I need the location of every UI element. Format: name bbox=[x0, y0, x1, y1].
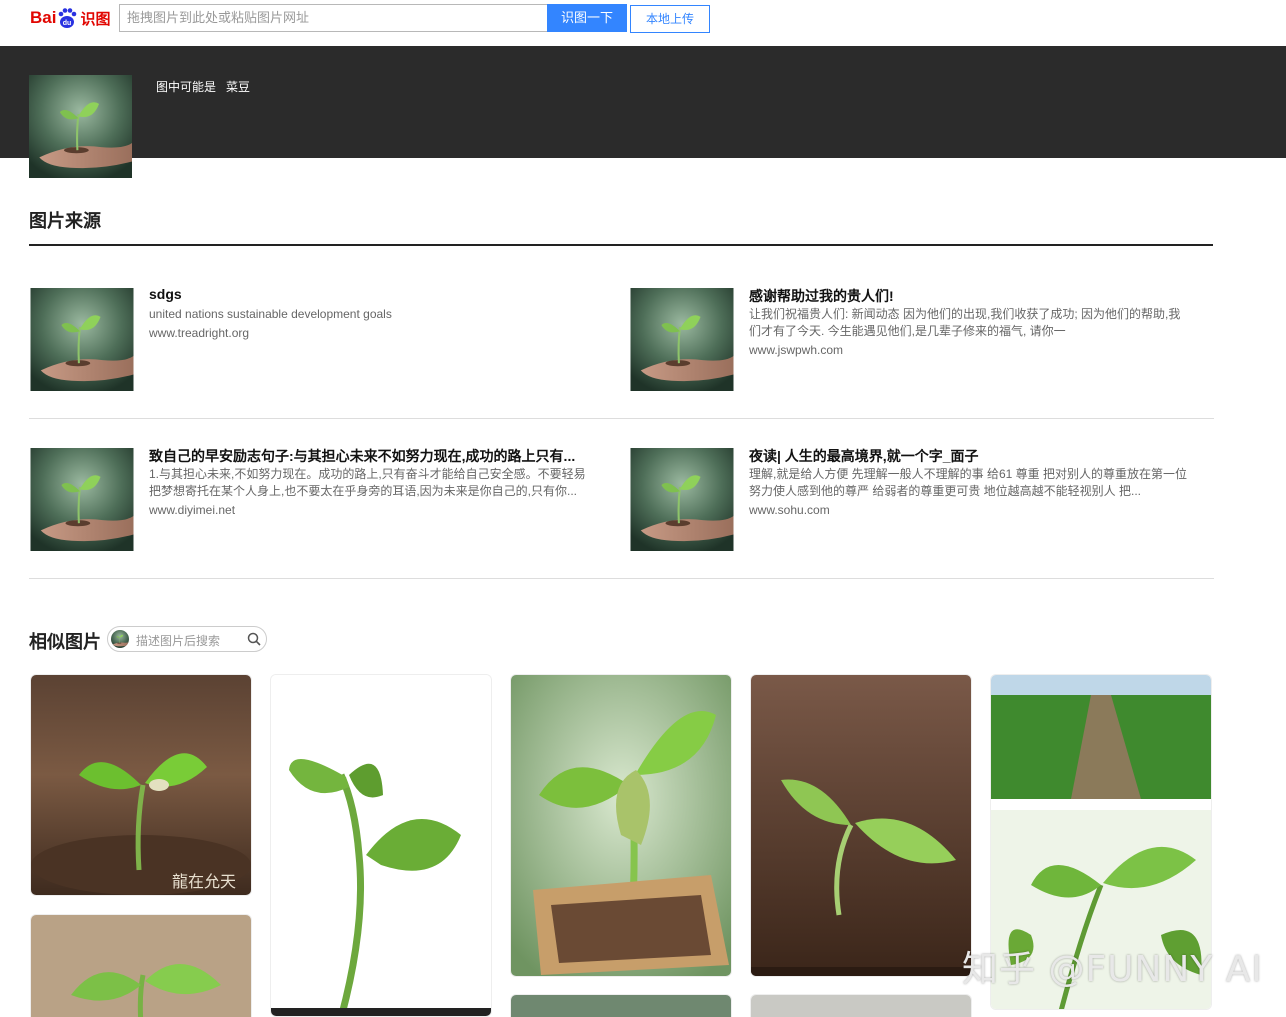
search-image-button[interactable]: 识图一下 bbox=[547, 4, 627, 32]
image-url-input[interactable]: 拖拽图片到此处或粘贴图片网址 bbox=[119, 4, 549, 32]
source-item[interactable]: 夜读| 人生的最高境界,就一个字_面子 理解,就是给人方便 先理解一般人不理解的… bbox=[630, 448, 1190, 553]
guess-prefix: 图中可能是 bbox=[156, 80, 217, 94]
top-bar: Bai du 识图 拖拽图片到此处或粘贴图片网址 识图一下 本地上传 bbox=[0, 0, 1286, 46]
source-title[interactable]: 感谢帮助过我的贵人们! bbox=[749, 286, 1189, 306]
source-thumbnail[interactable] bbox=[30, 288, 134, 391]
source-desc: 理解,就是给人方便 先理解一般人不理解的事 给61 尊重 把对别人的尊重放在第一… bbox=[749, 467, 1188, 498]
similar-image[interactable] bbox=[510, 994, 732, 1017]
search-icon[interactable] bbox=[247, 632, 261, 646]
result-band bbox=[0, 46, 1286, 158]
svg-text:du: du bbox=[63, 20, 72, 27]
similar-image[interactable] bbox=[750, 994, 972, 1017]
paw-icon: du bbox=[57, 7, 77, 29]
query-mini-thumbnail bbox=[111, 630, 129, 648]
source-desc: united nations sustainable development g… bbox=[149, 307, 392, 321]
row-divider bbox=[29, 418, 1214, 419]
source-thumbnail[interactable] bbox=[630, 288, 734, 391]
logo-bai-text: Bai bbox=[30, 8, 57, 27]
guess-value[interactable]: 菜豆 bbox=[226, 80, 250, 94]
logo-shitu-text: 识图 bbox=[80, 10, 111, 28]
source-url[interactable]: www.diyimei.net bbox=[149, 503, 235, 517]
source-title[interactable]: sdgs bbox=[149, 286, 589, 302]
similar-image[interactable] bbox=[30, 914, 252, 1017]
sources-title: 图片来源 bbox=[29, 211, 101, 231]
source-title[interactable]: 夜读| 人生的最高境界,就一个字_面子 bbox=[749, 446, 1189, 466]
source-thumbnail[interactable] bbox=[630, 448, 734, 551]
similar-image[interactable] bbox=[510, 674, 732, 977]
source-url[interactable]: www.treadright.org bbox=[149, 326, 249, 340]
baidu-shitu-logo[interactable]: Bai du 识图 bbox=[30, 4, 110, 32]
similar-title: 相似图片 bbox=[29, 632, 101, 652]
source-title[interactable]: 致自己的早安励志句子:与其担心未来不如努力现在,成功的路上只有... bbox=[149, 446, 589, 466]
source-url[interactable]: www.jswpwh.com bbox=[749, 343, 843, 357]
source-desc: 1.与其担心未来,不如努力现在。成功的路上,只有奋斗才能给自己安全感。不要轻易把… bbox=[149, 467, 586, 498]
watermark-text: 知乎 @FUNNY AI bbox=[962, 949, 1264, 990]
source-item[interactable]: 感谢帮助过我的贵人们! 让我们祝福贵人们: 新闻动态 因为他们的出现,我们收获了… bbox=[630, 288, 1190, 393]
sources-divider bbox=[29, 244, 1213, 246]
source-thumbnail[interactable] bbox=[30, 448, 134, 551]
describe-search-placeholder: 描述图片后搜索 bbox=[136, 634, 221, 648]
describe-search-input[interactable]: 描述图片后搜索 bbox=[107, 626, 267, 652]
source-desc: 让我们祝福贵人们: 新闻动态 因为他们的出现,我们收获了成功; 因为他们的帮助,… bbox=[749, 307, 1181, 338]
similar-image[interactable] bbox=[270, 674, 492, 1017]
source-item[interactable]: 致自己的早安励志句子:与其担心未来不如努力现在,成功的路上只有... 1.与其担… bbox=[30, 448, 590, 553]
local-upload-button[interactable]: 本地上传 bbox=[630, 5, 710, 33]
source-url[interactable]: www.sohu.com bbox=[749, 503, 830, 517]
guess-text: 图中可能是 菜豆 bbox=[156, 78, 260, 95]
row-divider bbox=[29, 578, 1214, 579]
source-item[interactable]: sdgs united nations sustainable developm… bbox=[30, 286, 590, 393]
similar-image[interactable]: 龍在允天 bbox=[30, 674, 252, 896]
image-caption: 龍在允天 bbox=[172, 872, 236, 891]
similar-image[interactable] bbox=[750, 674, 972, 977]
query-image bbox=[29, 75, 132, 178]
